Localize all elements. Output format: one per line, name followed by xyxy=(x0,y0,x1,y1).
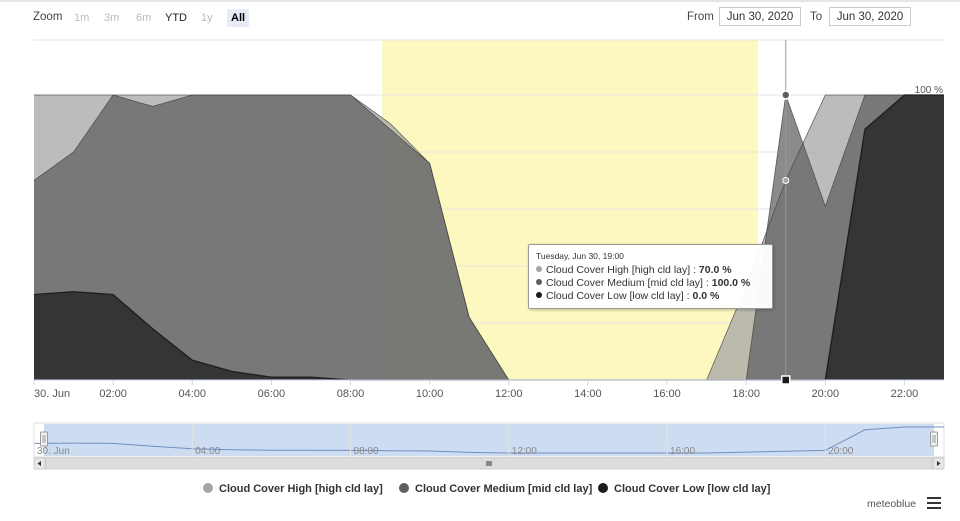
tooltip-label-medium: Cloud Cover Medium [mid cld lay] : xyxy=(546,277,712,289)
x-tick-label: 20:00 xyxy=(812,388,840,400)
legend-symbol-medium xyxy=(399,483,409,493)
tooltip-dot-medium xyxy=(536,279,542,285)
tooltip-value-low: 0.0 % xyxy=(692,290,720,302)
hamburger-menu-icon[interactable] xyxy=(927,497,941,509)
navigator-handle-right[interactable] xyxy=(930,431,938,447)
tooltip-row-low: Cloud Cover Low [low cld lay] : 0.0 % xyxy=(536,290,765,303)
credits-link[interactable]: meteoblue xyxy=(867,498,916,510)
x-tick-label: 12:00 xyxy=(495,388,523,400)
legend-item-medium[interactable]: Cloud Cover Medium [mid cld lay] xyxy=(399,483,592,495)
legend-label-low: Cloud Cover Low [low cld lay] xyxy=(614,483,771,495)
cloud-cover-chart[interactable]: 30. Jun 02:00 04:00 06:00 08:00 10:00 12:00 14:… xyxy=(0,0,960,521)
hover-point-medium xyxy=(780,90,791,100)
navigator-tick-label: 20:00 xyxy=(828,446,853,457)
tooltip-dot-high xyxy=(536,266,542,272)
navigator-handle-left[interactable] xyxy=(40,431,48,447)
x-tick-label: 10:00 xyxy=(416,388,444,400)
tooltip-value-medium: 100.0 % xyxy=(711,277,751,289)
legend-label-medium: Cloud Cover Medium [mid cld lay] xyxy=(415,483,593,495)
legend-symbol-low xyxy=(598,483,608,493)
legend-item-low[interactable]: Cloud Cover Low [low cld lay] xyxy=(598,483,770,495)
x-tick-label: 22:00 xyxy=(891,388,919,400)
legend-label-high: Cloud Cover High [high cld lay] xyxy=(219,483,383,495)
navigator-tick-label: 30. Jun xyxy=(37,446,70,457)
x-tick-label: 18:00 xyxy=(732,388,760,400)
legend-item-high[interactable]: Cloud Cover High [high cld lay] xyxy=(203,483,383,495)
tooltip-label-high: Cloud Cover High [high cld lay] : xyxy=(546,264,699,276)
y-axis-max-label: 100 % xyxy=(915,85,943,96)
x-tick-label: 06:00 xyxy=(258,388,286,400)
chart-tooltip: Tuesday, Jun 30, 19:00 Cloud Cover High … xyxy=(528,244,773,309)
x-tick-label: 30. Jun xyxy=(34,388,70,400)
x-tick-label: 02:00 xyxy=(99,388,127,400)
x-tick-label: 08:00 xyxy=(337,388,365,400)
hover-point-high xyxy=(782,177,790,184)
tooltip-value-high: 70.0 % xyxy=(698,264,732,276)
navigator-tick-label: 04:00 xyxy=(195,446,220,457)
tooltip-label-low: Cloud Cover Low [low cld lay] : xyxy=(546,290,693,302)
navigator-tick-label: 12:00 xyxy=(512,446,537,457)
x-tick-label: 04:00 xyxy=(178,388,206,400)
x-tick-label: 14:00 xyxy=(574,388,602,400)
hover-point-low xyxy=(780,375,791,385)
navigator-tick-label: 08:00 xyxy=(354,446,379,457)
x-tick-label: 16:00 xyxy=(653,388,681,400)
tooltip-header: Tuesday, Jun 30, 19:00 xyxy=(536,251,624,261)
tooltip-dot-low xyxy=(536,292,542,298)
navigator-tick-label: 16:00 xyxy=(670,446,695,457)
tooltip-row-medium: Cloud Cover Medium [mid cld lay] : 100.0… xyxy=(536,277,765,290)
legend-symbol-high xyxy=(203,483,213,493)
tooltip-row-high: Cloud Cover High [high cld lay] : 70.0 % xyxy=(536,264,765,277)
